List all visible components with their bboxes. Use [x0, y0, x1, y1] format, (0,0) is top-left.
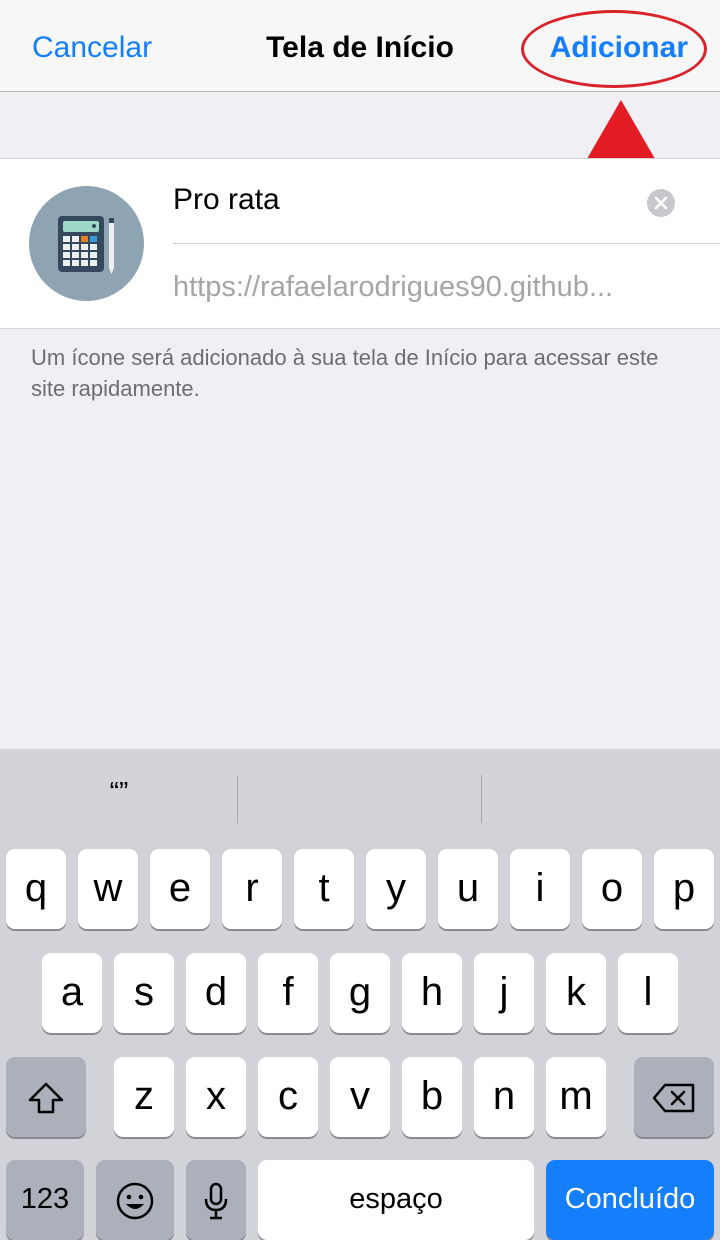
- key-o[interactable]: o: [582, 849, 642, 929]
- divider: [173, 243, 720, 244]
- key-a[interactable]: a: [42, 953, 102, 1033]
- bookmark-card: https://rafaelarodrigues90.github...: [0, 158, 720, 329]
- key-y[interactable]: y: [366, 849, 426, 929]
- space-key[interactable]: espaço: [258, 1160, 534, 1240]
- keyboard: “” q w e r t y u i o p a s d f g h j k l…: [0, 749, 720, 1240]
- key-d[interactable]: d: [186, 953, 246, 1033]
- key-e[interactable]: e: [150, 849, 210, 929]
- suggestion-1[interactable]: “”: [0, 767, 238, 817]
- cancel-button[interactable]: Cancelar: [32, 28, 152, 68]
- key-c[interactable]: c: [258, 1057, 318, 1137]
- backspace-key[interactable]: [634, 1057, 714, 1137]
- navigation-bar: Cancelar Tela de Início Adicionar: [0, 0, 720, 92]
- bookmark-url: https://rafaelarodrigues90.github...: [173, 271, 614, 303]
- key-b[interactable]: b: [402, 1057, 462, 1137]
- key-p[interactable]: p: [654, 849, 714, 929]
- key-x[interactable]: x: [186, 1057, 246, 1137]
- suggestion-bar: “”: [0, 749, 720, 833]
- key-v[interactable]: v: [330, 1057, 390, 1137]
- done-key[interactable]: Concluído: [546, 1160, 714, 1240]
- key-n[interactable]: n: [474, 1057, 534, 1137]
- shift-icon: [28, 1083, 64, 1114]
- key-k[interactable]: k: [546, 953, 606, 1033]
- key-j[interactable]: j: [474, 953, 534, 1033]
- clear-icon: [654, 196, 668, 210]
- emoji-key[interactable]: [96, 1160, 174, 1240]
- key-r[interactable]: r: [222, 849, 282, 929]
- suggestion-divider: [237, 775, 238, 823]
- microphone-key[interactable]: [186, 1160, 246, 1240]
- bookmark-name-input[interactable]: [173, 179, 633, 221]
- key-h[interactable]: h: [402, 953, 462, 1033]
- emoji-icon: [116, 1183, 154, 1220]
- key-m[interactable]: m: [546, 1057, 606, 1137]
- key-s[interactable]: s: [114, 953, 174, 1033]
- key-i[interactable]: i: [510, 849, 570, 929]
- suggestion-3[interactable]: [482, 767, 720, 817]
- backspace-icon: [652, 1084, 695, 1113]
- microphone-icon: [204, 1183, 228, 1220]
- key-f[interactable]: f: [258, 953, 318, 1033]
- key-w[interactable]: w: [78, 849, 138, 929]
- key-t[interactable]: t: [294, 849, 354, 929]
- clear-text-button[interactable]: [647, 189, 675, 217]
- key-q[interactable]: q: [6, 849, 66, 929]
- key-u[interactable]: u: [438, 849, 498, 929]
- suggestion-2[interactable]: [241, 767, 479, 817]
- key-g[interactable]: g: [330, 953, 390, 1033]
- helper-text: Um ícone será adicionado à sua tela de I…: [31, 345, 659, 401]
- calculator-icon: [29, 186, 144, 301]
- shift-key[interactable]: [6, 1057, 86, 1137]
- numbers-key[interactable]: 123: [6, 1160, 84, 1240]
- key-l[interactable]: l: [618, 953, 678, 1033]
- key-z[interactable]: z: [114, 1057, 174, 1137]
- highlight-ellipse-annotation: [521, 10, 707, 88]
